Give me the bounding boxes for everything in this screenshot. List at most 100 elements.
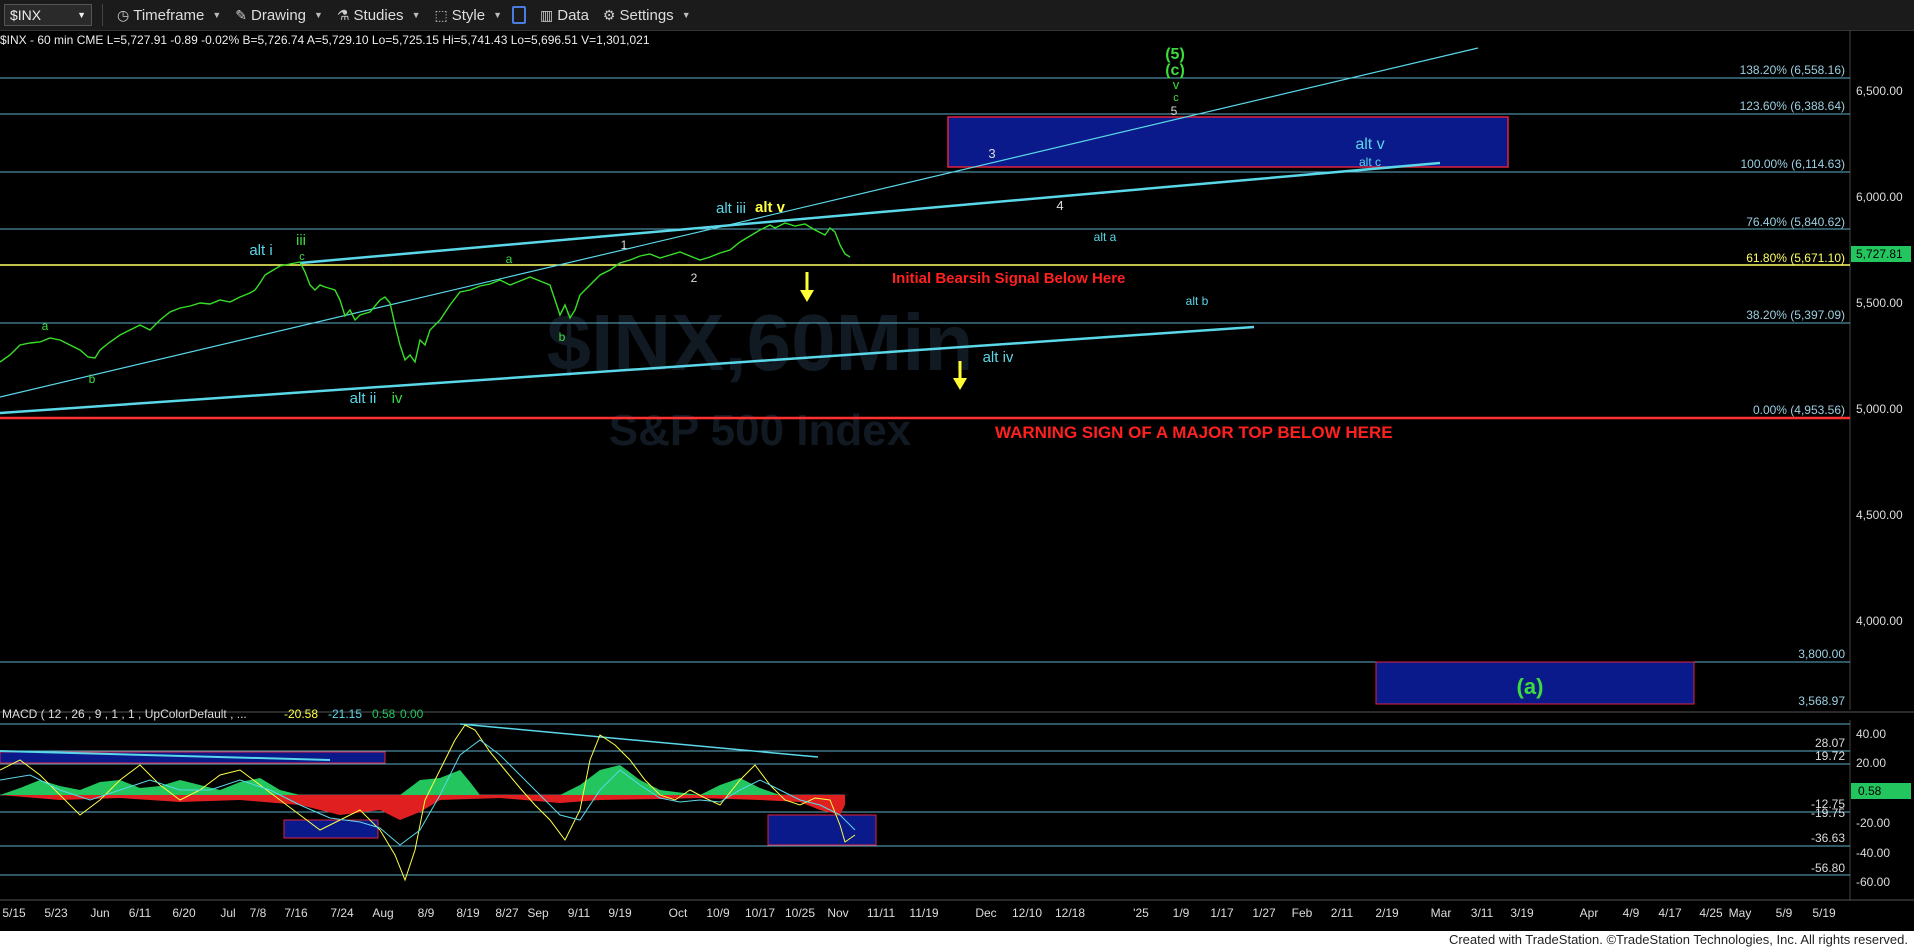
wave-label-b-1: b <box>89 372 96 386</box>
date-axis-label: Jun <box>90 906 109 920</box>
macd-value-3: 0.58 <box>372 707 396 721</box>
wave-label-iv: iv <box>392 390 403 407</box>
date-axis-label: Jul <box>220 906 235 920</box>
chevron-down-icon: ▼ <box>77 10 86 20</box>
style-label: Style <box>451 6 486 24</box>
wave-label-alt-v: alt v <box>755 199 786 216</box>
date-axis-label: Dec <box>975 906 996 920</box>
date-axis-label: Aug <box>372 906 393 920</box>
date-axis-label: 2/19 <box>1375 906 1399 920</box>
warning-text: WARNING SIGN OF A MAJOR TOP BELOW HERE <box>995 423 1393 442</box>
studies-label: Studies <box>353 6 404 24</box>
macd-axis-label: 20.00 <box>1856 756 1886 770</box>
date-axis-label: 8/27 <box>495 906 519 920</box>
wave-label-alt-c: alt c <box>1359 155 1381 169</box>
level-label-3568: 3,568.97 <box>1798 694 1845 708</box>
macd-axis-label: -60.00 <box>1856 875 1890 889</box>
macd-level-label: -56.80 <box>1811 861 1845 875</box>
date-axis-label: Sep <box>527 906 549 920</box>
timeframe-label: Timeframe <box>133 6 205 24</box>
macd-level-label: 19.72 <box>1815 749 1845 763</box>
footer-credit: Created with TradeStation. ©TradeStation… <box>0 931 1914 949</box>
date-axis-label: '25 <box>1133 906 1149 920</box>
timeframe-menu[interactable]: ◷ Timeframe ▼ <box>117 7 221 24</box>
price-axis-label: 4,500.00 <box>1856 508 1903 522</box>
date-axis-label: 6/11 <box>129 906 152 920</box>
toolbar-divider <box>102 4 103 26</box>
price-axis-label: 6,000.00 <box>1856 190 1903 204</box>
drawing-menu[interactable]: ✎ Drawing ▼ <box>235 7 323 24</box>
date-axis-label: Oct <box>669 906 688 920</box>
date-axis-label: 1/27 <box>1252 906 1276 920</box>
macd-header: MACD ( 12 , 26 , 9 , 1 , 1 , UpColorDefa… <box>2 707 247 721</box>
wave-label-a-1: a <box>42 319 49 333</box>
macd-axis-label: -20.00 <box>1856 816 1890 830</box>
style-menu[interactable]: ⬚ Style ▼ <box>434 7 502 24</box>
chevron-down-icon: ▼ <box>493 10 502 20</box>
wave-label-alt-v-box: alt v <box>1355 136 1384 153</box>
wave-label-a-big: (a) <box>1517 674 1544 699</box>
macd-level-label: 28.07 <box>1815 736 1845 750</box>
pencil-icon: ✎ <box>235 6 247 23</box>
fib-label-38: 38.20% (5,397.09) <box>1746 308 1845 322</box>
date-axis-label: 6/20 <box>172 906 196 920</box>
trendline-upper <box>299 161 1441 265</box>
fib-label-61: 61.80% (5,671.10) <box>1746 251 1845 265</box>
wave-label-b-2: b <box>559 330 566 344</box>
date-axis-label: 7/8 <box>250 906 267 920</box>
wave-label-c-tiny: c <box>299 251 305 263</box>
wave-label-v: v <box>1173 77 1180 92</box>
date-axis-label: 2/11 <box>1331 906 1354 920</box>
date-axis-label: 7/16 <box>284 906 308 920</box>
wave-label-1: 1 <box>621 238 628 252</box>
macd-box-upper <box>0 751 386 764</box>
wave-label-alt-b: alt b <box>1186 294 1209 308</box>
wave-label-a-2: a <box>506 252 513 266</box>
watermark-symbol: $INX,60Min <box>547 298 974 387</box>
date-axis-label: 11/11 <box>867 906 896 920</box>
date-axis-label: 9/19 <box>608 906 632 920</box>
date-axis-label: 4/17 <box>1658 906 1682 920</box>
fib-label-138: 138.20% (6,558.16) <box>1740 63 1845 77</box>
date-axis-label: May <box>1729 906 1752 920</box>
data-menu[interactable]: ▥ Data <box>540 7 589 24</box>
wave-label-alt-i: alt i <box>249 242 272 259</box>
flask-icon: ⚗ <box>336 6 350 23</box>
wave-label-alt-a: alt a <box>1094 230 1117 244</box>
layout-icon[interactable] <box>512 6 526 24</box>
macd-level-label: -36.63 <box>1811 831 1845 845</box>
date-axis-label: 8/9 <box>418 906 435 920</box>
symbol-input[interactable]: $INX ▼ <box>4 4 92 26</box>
toolbar: $INX ▼ ◷ Timeframe ▼ ✎ Drawing ▼ ⚗ Studi… <box>0 0 1914 31</box>
drawing-label: Drawing <box>251 6 307 24</box>
macd-box-right <box>767 814 877 846</box>
price-chart[interactable]: $INX,60Min S&P 500 Index 138.20% (6,558.… <box>0 30 1914 931</box>
wave-label-2: 2 <box>691 271 698 285</box>
current-price-label: 5,727.81 <box>1856 247 1903 261</box>
date-axis-label: 12/10 <box>1012 906 1042 920</box>
macd-value-4: 0.00 <box>400 707 424 721</box>
date-axis-label: Feb <box>1292 906 1313 920</box>
fib-label-0: 0.00% (4,953.56) <box>1753 403 1845 417</box>
date-axis-label: 10/25 <box>785 906 815 920</box>
date-axis-label: 3/19 <box>1510 906 1534 920</box>
bearish-signal-text: Initial Bearsih Signal Below Here <box>892 270 1125 287</box>
chevron-down-icon: ▼ <box>212 10 222 20</box>
macd-level-label: -19.75 <box>1811 806 1845 820</box>
price-axis-label: 4,000.00 <box>1856 614 1903 628</box>
wave-label-alt-iii: alt iii <box>716 200 746 217</box>
symbol-text: $INX <box>10 7 42 23</box>
date-axis-label: 5/9 <box>1776 906 1793 920</box>
chevron-down-icon: ▼ <box>681 10 691 20</box>
settings-menu[interactable]: ⚙ Settings ▼ <box>603 7 691 24</box>
price-axis-label: 5,500.00 <box>1856 296 1903 310</box>
fib-label-123: 123.60% (6,388.64) <box>1740 99 1845 113</box>
date-axis-label: 5/23 <box>44 906 68 920</box>
macd-value-2: -21.15 <box>328 707 362 721</box>
studies-menu[interactable]: ⚗ Studies ▼ <box>337 7 421 24</box>
data-label: Data <box>557 6 589 24</box>
bars-icon: ▥ <box>540 6 554 23</box>
clock-icon: ◷ <box>117 6 130 23</box>
watermark-name: S&P 500 Index <box>609 406 912 455</box>
wave-label-c-small: c <box>1173 92 1179 104</box>
